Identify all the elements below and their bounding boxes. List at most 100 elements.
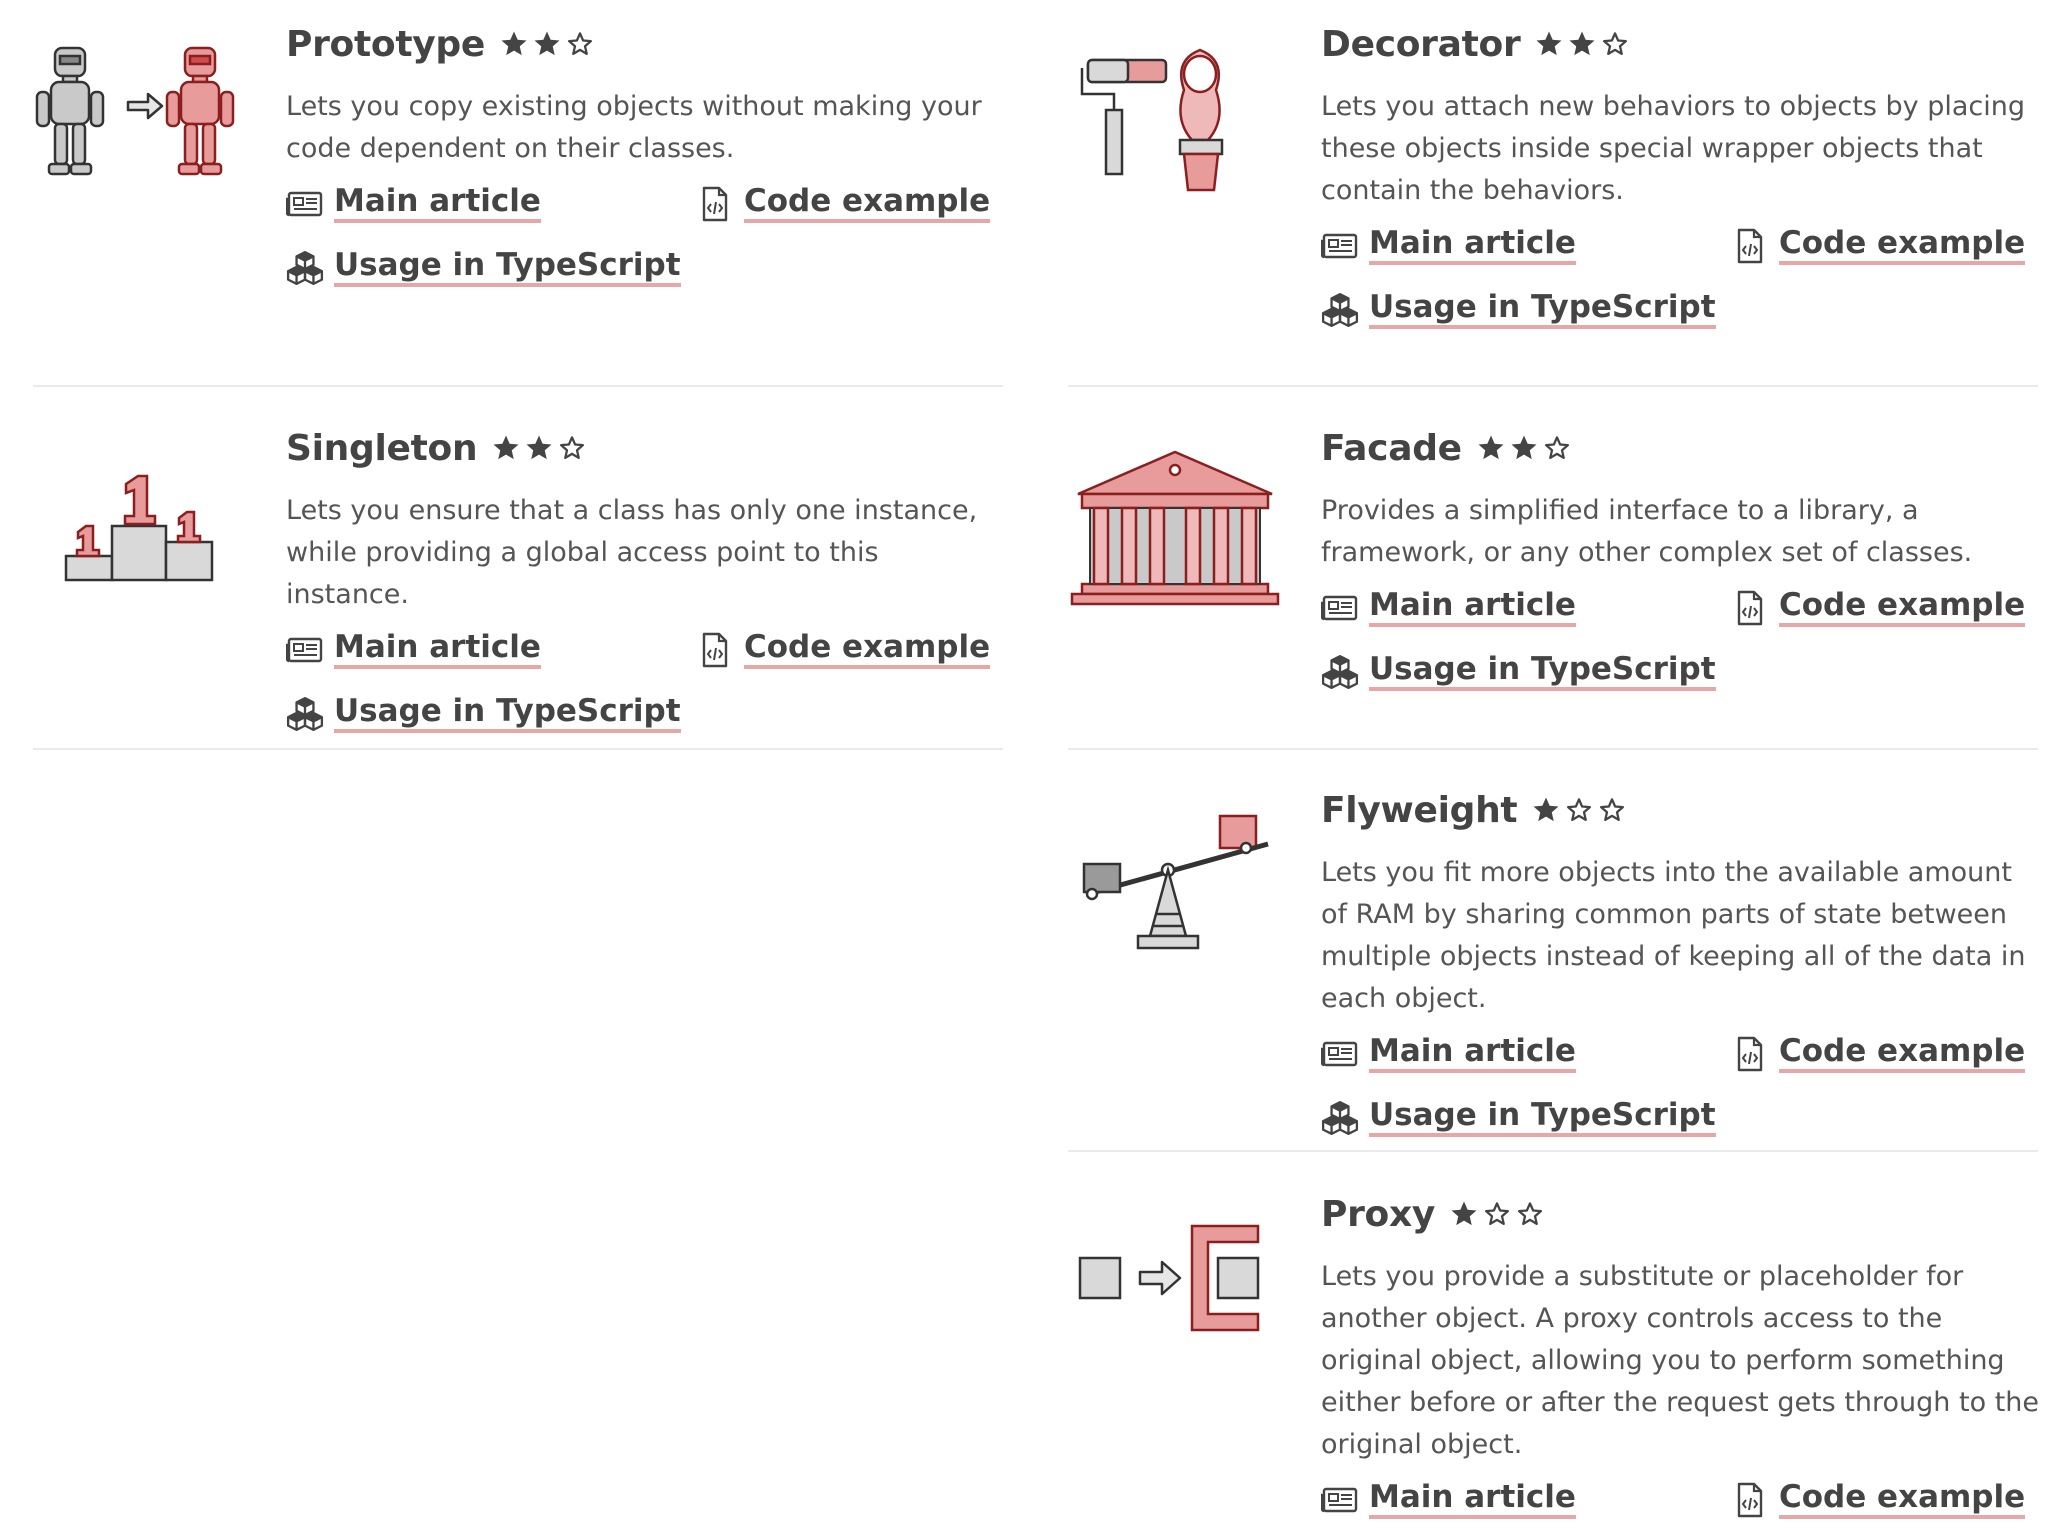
code-file-icon [696,186,734,222]
pattern-title[interactable]: Singleton [286,428,478,469]
pattern-card-prototype: Prototype Lets you copy existing objects… [33,20,1008,380]
code-example-link[interactable]: Code example [1731,226,2026,265]
pattern-links: Main article Code example Usage in TypeS… [1321,588,2043,718]
star-filled-icon [1567,29,1597,59]
main-article-link[interactable]: Main article [286,630,541,669]
pattern-links: Main article Code example Usage in TypeS… [286,630,1008,760]
main-article-label: Main article [334,184,541,223]
code-example-link[interactable]: Code example [1731,1480,2026,1519]
cubes-icon [286,250,324,286]
rating-stars [1449,1199,1545,1229]
star-empty-icon [1600,29,1630,59]
pattern-description: Provides a simplified interface to a lib… [1321,495,1973,568]
pattern-title[interactable]: Proxy [1321,1194,1435,1235]
cubes-icon [1321,292,1359,328]
pattern-title[interactable]: Facade [1321,428,1462,469]
pattern-content: Prototype Lets you copy existing objects… [286,20,1008,314]
usage-typescript-link[interactable]: Usage in TypeScript [1321,290,1716,329]
code-example-label: Code example [1779,1034,2026,1073]
pattern-content: Proxy Lets you provide a substitute or p… [1321,1190,2043,1540]
rating-stars [1476,433,1572,463]
pattern-links: Main article Code example Usage in TypeS… [1321,226,2043,356]
code-example-link[interactable]: Code example [696,184,991,223]
usage-typescript-link[interactable]: Usage in TypeScript [286,694,681,733]
usage-typescript-link[interactable]: Usage in TypeScript [286,248,681,287]
main-article-link[interactable]: Main article [1321,588,1576,627]
usage-typescript-label: Usage in TypeScript [1369,290,1716,329]
pattern-content: Decorator Lets you attach new behaviors … [1321,20,2043,356]
decorator-roller-doll-illustration-icon [1068,30,1283,205]
flyweight-seesaw-illustration-icon [1068,806,1283,966]
prototype-robots-illustration-icon [33,40,248,200]
rating-stars [1531,795,1627,825]
pattern-card-decorator: Decorator Lets you attach new behaviors … [1068,20,2043,380]
star-empty-icon [1482,1199,1512,1229]
pattern-description: Lets you provide a substitute or placeho… [1321,1261,2040,1460]
star-filled-icon [491,433,521,463]
star-empty-icon [565,29,595,59]
main-article-link[interactable]: Main article [1321,1480,1576,1519]
pattern-content: Facade Provides a simplified interface t… [1321,424,2043,718]
rating-stars [1534,29,1630,59]
code-example-label: Code example [1779,226,2026,265]
pattern-title[interactable]: Prototype [286,24,485,65]
pattern-links: Main article Code example [1321,1480,2043,1540]
main-article-link[interactable]: Main article [286,184,541,223]
proxy-box-illustration-icon [1068,1218,1283,1338]
usage-typescript-link[interactable]: Usage in TypeScript [1321,652,1716,691]
star-filled-icon [1534,29,1564,59]
code-file-icon [1731,590,1769,626]
main-article-label: Main article [1369,1034,1576,1073]
card-separator [33,748,1003,750]
cubes-icon [1321,1100,1359,1136]
usage-typescript-label: Usage in TypeScript [1369,1098,1716,1137]
facade-building-illustration-icon [1068,444,1283,614]
code-example-link[interactable]: Code example [1731,588,2026,627]
main-article-link[interactable]: Main article [1321,226,1576,265]
code-example-label: Code example [1779,588,2026,627]
pattern-title[interactable]: Decorator [1321,24,1521,65]
main-article-link[interactable]: Main article [1321,1034,1576,1073]
usage-typescript-label: Usage in TypeScript [334,248,681,287]
star-filled-icon [1449,1199,1479,1229]
code-file-icon [1731,228,1769,264]
pattern-links: Main article Code example Usage in TypeS… [286,184,1008,314]
star-filled-icon [1531,795,1561,825]
cubes-icon [286,696,324,732]
card-separator [1068,748,2038,750]
usage-typescript-label: Usage in TypeScript [334,694,681,733]
code-file-icon [696,632,734,668]
card-separator [33,385,1003,387]
main-article-label: Main article [334,630,541,669]
main-article-label: Main article [1369,588,1576,627]
pattern-card-flyweight: Flyweight Lets you fit more objects into… [1068,786,2043,1146]
pattern-title[interactable]: Flyweight [1321,790,1518,831]
star-empty-icon [1564,795,1594,825]
code-example-label: Code example [744,630,991,669]
pattern-card-facade: Facade Provides a simplified interface t… [1068,424,2043,744]
star-filled-icon [1476,433,1506,463]
card-separator [1068,1150,2038,1152]
star-empty-icon [557,433,587,463]
pattern-content: Flyweight Lets you fit more objects into… [1321,786,2043,1164]
pattern-links: Main article Code example Usage in TypeS… [1321,1034,2043,1164]
usage-typescript-link[interactable]: Usage in TypeScript [1321,1098,1716,1137]
code-example-label: Code example [744,184,991,223]
rating-stars [491,433,587,463]
rating-stars [499,29,595,59]
pattern-content: Singleton Lets you ensure that a class h… [286,424,1008,760]
newspaper-icon [1321,1482,1359,1518]
pattern-card-proxy: Proxy Lets you provide a substitute or p… [1068,1190,2043,1519]
usage-typescript-label: Usage in TypeScript [1369,652,1716,691]
code-example-link[interactable]: Code example [696,630,991,669]
code-file-icon [1731,1482,1769,1518]
pattern-card-singleton: Singleton Lets you ensure that a class h… [33,424,1008,744]
star-filled-icon [499,29,529,59]
cubes-icon [1321,654,1359,690]
code-file-icon [1731,1036,1769,1072]
pattern-description: Lets you ensure that a class has only on… [286,495,978,610]
main-article-label: Main article [1369,1480,1576,1519]
star-filled-icon [1509,433,1539,463]
newspaper-icon [286,186,324,222]
code-example-link[interactable]: Code example [1731,1034,2026,1073]
